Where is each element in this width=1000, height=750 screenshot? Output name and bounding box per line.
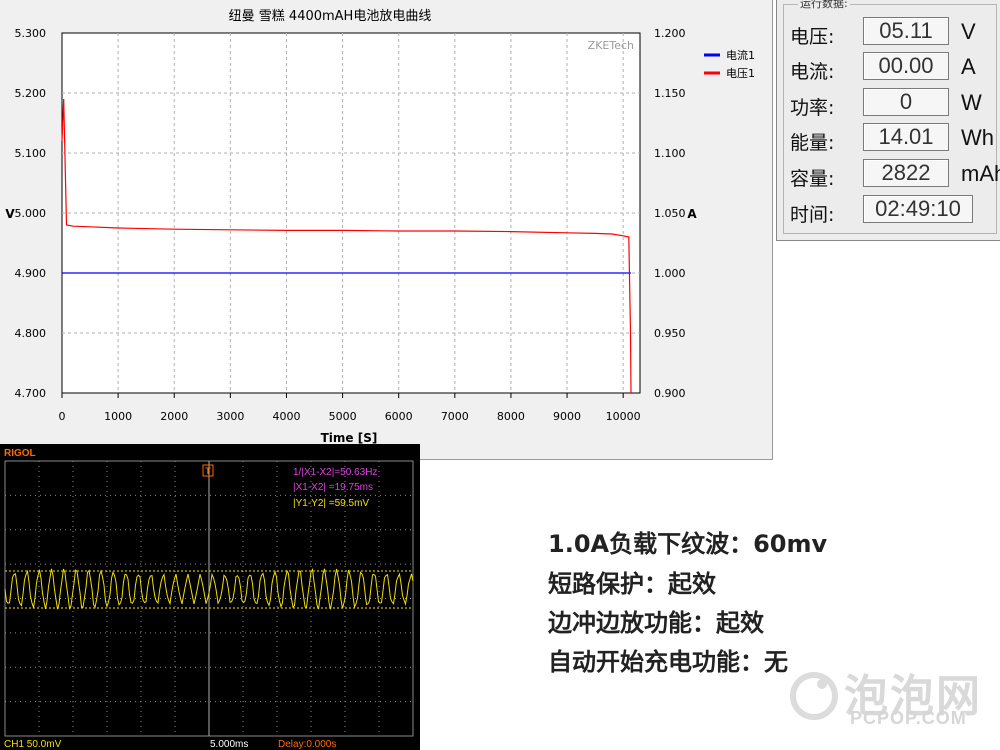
x-tick-label: 6000 <box>385 410 413 423</box>
energy-unit: Wh <box>961 125 994 150</box>
x-tick-label: 10000 <box>606 410 641 423</box>
energy-value: 14.01 <box>863 123 949 151</box>
legend: 电流1 电压1 <box>704 48 755 80</box>
trigger-delay: Delay:0.000s <box>278 739 336 750</box>
current-label: 电流: <box>790 61 835 83</box>
time-label: 时间: <box>790 204 835 226</box>
y2-axis-label: A <box>687 207 697 221</box>
y-tick-label: 4.900 <box>15 267 47 280</box>
power-value: 0 <box>863 88 949 116</box>
legend-label-voltage: 电压1 <box>726 67 755 80</box>
voltage-label: 电压: <box>790 26 835 48</box>
y-tick-label: 5.100 <box>15 147 47 160</box>
energy-label: 能量: <box>790 132 835 154</box>
y2-tick-label: 1.100 <box>654 147 686 160</box>
oscilloscope-display: RIGOL T 1/|X1-X2|=50.63Hz |X1-X2| =19.75… <box>4 448 414 750</box>
x-tick-label: 1000 <box>104 410 132 423</box>
discharge-chart-window: 0 1000 2000 3000 4000 5000 6000 7000 8000 9000 100… <box>0 0 773 460</box>
y-tick-label: 5.000 <box>15 207 47 220</box>
channel-scale: CH1 50.0mV <box>4 739 62 750</box>
current-unit: A <box>961 54 976 79</box>
spec-pass-through: 边冲边放功能：起效 <box>548 609 764 637</box>
voltage-value: 05.11 <box>863 17 949 45</box>
x-tick-label: 5000 <box>329 410 357 423</box>
timebase: 5.000ms <box>210 739 248 750</box>
y2-tick-label: 1.050 <box>654 207 686 220</box>
capacity-label: 容量: <box>790 168 835 190</box>
spec-short-circuit: 短路保护：起效 <box>548 570 716 598</box>
readout-row-voltage: 电压: 05.11 V <box>777 16 1000 50</box>
current-value: 00.00 <box>863 52 949 80</box>
scope-brand: RIGOL <box>4 448 36 459</box>
power-label: 功率: <box>790 97 835 119</box>
y-tick-label: 4.700 <box>15 387 47 400</box>
y-tick-label: 5.300 <box>15 27 47 40</box>
x-tick-label: 8000 <box>497 410 525 423</box>
chart-watermark: ZKETech <box>588 39 634 52</box>
discharge-chart: 0 1000 2000 3000 4000 5000 6000 7000 8000 9000 100… <box>5 9 755 445</box>
bubble-logo-icon <box>790 672 838 720</box>
legend-label-current: 电流1 <box>726 48 755 62</box>
spec-ripple: 1.0A负载下纹波：60mv <box>548 530 828 558</box>
readout-panel: 运行数据: 电压: 05.11 V 电流: 00.00 A 功率: 0 W 能量… <box>776 0 1000 241</box>
site-watermark: 泡泡网 PCPOP.COM <box>788 664 988 744</box>
x-tick-label: 3000 <box>216 410 244 423</box>
trigger-marker: T <box>202 464 214 477</box>
readout-row-time: 时间: 02:49:10 <box>777 194 1000 228</box>
cursor-frequency: 1/|X1-X2|=50.63Hz <box>293 467 377 478</box>
readout-row-capacity: 容量: 2822 mAh <box>777 158 1000 192</box>
watermark-sub: PCPOP.COM <box>850 708 967 728</box>
y-tick-label: 4.800 <box>15 327 47 340</box>
readout-row-energy: 能量: 14.01 Wh <box>777 122 1000 156</box>
x-axis-label: Time [S] <box>321 431 378 445</box>
capacity-value: 2822 <box>863 159 949 187</box>
cursor-delta-x: |X1-X2| =19.75ms <box>293 482 373 493</box>
readout-group-title: 运行数据: <box>798 0 850 10</box>
x-tick-label: 9000 <box>553 410 581 423</box>
readout-row-current: 电流: 00.00 A <box>777 51 1000 85</box>
y-axis-label: V <box>5 207 15 221</box>
x-tick-label: 7000 <box>441 410 469 423</box>
chart-title: 纽曼 雪糕 4400mAH电池放电曲线 <box>229 9 432 24</box>
y2-tick-label: 1.150 <box>654 87 686 100</box>
oscilloscope-screen: RIGOL T 1/|X1-X2|=50.63Hz |X1-X2| =19.75… <box>0 444 420 750</box>
readout-row-power: 功率: 0 W <box>777 87 1000 121</box>
time-value: 02:49:10 <box>863 195 973 223</box>
x-tick-label: 4000 <box>272 410 300 423</box>
capacity-unit: mAh <box>961 161 1000 186</box>
y-tick-label: 5.200 <box>15 87 47 100</box>
spec-auto-charge: 自动开始充电功能：无 <box>548 648 788 676</box>
y2-tick-label: 0.950 <box>654 327 686 340</box>
voltage-unit: V <box>961 19 976 44</box>
y2-tick-label: 0.900 <box>654 387 686 400</box>
y2-tick-label: 1.200 <box>654 27 686 40</box>
trigger-marker-label: T <box>205 466 211 476</box>
x-tick-label: 2000 <box>160 410 188 423</box>
cursor-delta-y: |Y1-Y2| =59.5mV <box>293 498 369 509</box>
power-unit: W <box>961 90 982 115</box>
y2-tick-label: 1.000 <box>654 267 686 280</box>
x-tick-label: 0 <box>59 410 66 423</box>
